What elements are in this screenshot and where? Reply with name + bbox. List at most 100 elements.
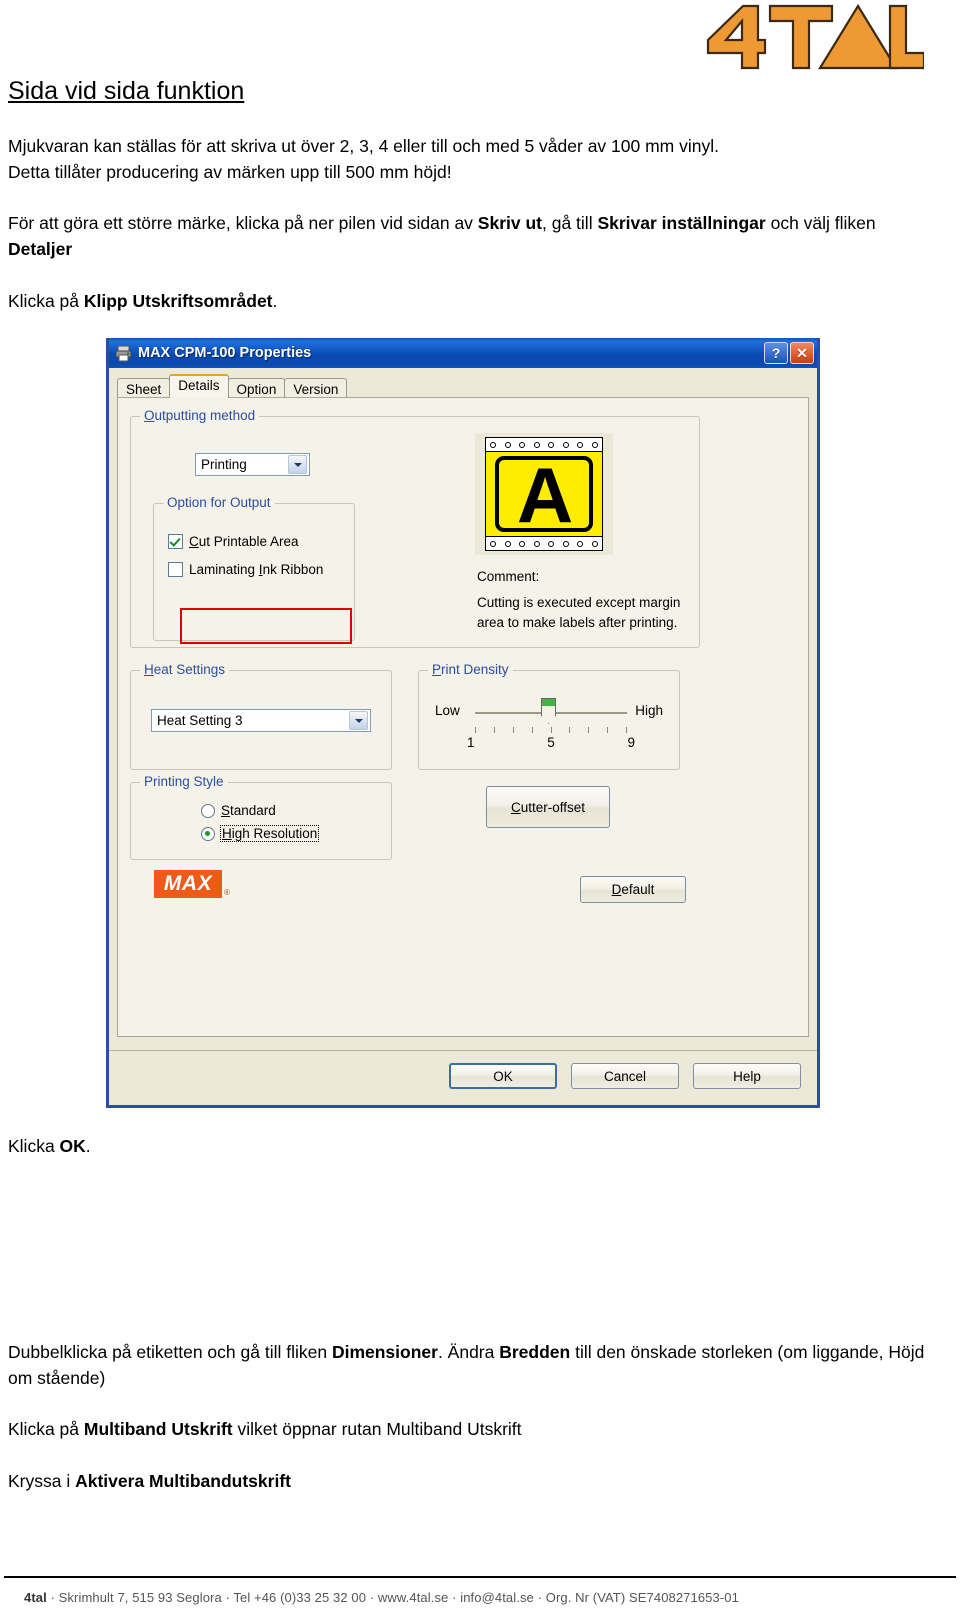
laminating-ink-ribbon-label: Laminating Ink Ribbon: [189, 562, 324, 577]
instr-bold-skriv-ut: Skriv ut: [477, 213, 542, 233]
instr-part-3: och välj fliken: [765, 213, 876, 233]
printing-style-group: Printing Style Standard High Resolution: [130, 774, 392, 860]
printing-style-high-resolution-label: High Resolution: [219, 825, 320, 842]
help-button[interactable]: Help: [693, 1063, 801, 1089]
print-density-group: Print Density Low High 1 5 9: [418, 662, 680, 770]
instr-part-2: , gå till: [542, 213, 598, 233]
ok-bold: OK: [59, 1136, 86, 1156]
paragraph-multiband: Klicka på Multiband Utskrift vilket öppn…: [8, 1416, 928, 1442]
tab-option[interactable]: Option: [227, 378, 286, 398]
footer-contact-info: 4tal · Skrimhult 7, 515 93 Seglora · Tel…: [24, 1590, 739, 1605]
outputting-method-group: Outputting method Printing Option for Ou…: [130, 408, 700, 648]
laminating-ink-ribbon-checkbox[interactable]: [168, 562, 183, 577]
highlight-annotation-box: [180, 608, 352, 644]
heat-settings-label-rest: eat Settings: [153, 662, 226, 677]
comment-text: Cutting is executed except margin area t…: [477, 595, 681, 630]
printer-properties-dialog: MAX CPM-100 Properties ? ✕ Sheet Details…: [106, 338, 820, 1108]
default-button[interactable]: Default: [580, 876, 686, 903]
label-preview-body: A: [485, 452, 603, 536]
intro-line-2: Detta tillåter producering av märken upp…: [8, 162, 452, 182]
cutter-offset-button[interactable]: Cutter-offset: [486, 786, 610, 828]
printing-style-high-resolution-row[interactable]: High Resolution: [201, 825, 320, 842]
printing-style-standard-row[interactable]: Standard: [201, 803, 276, 818]
outputting-method-label: Outputting method: [140, 408, 260, 423]
mb-part-1: Klicka på: [8, 1419, 84, 1439]
ok-button[interactable]: OK: [449, 1063, 557, 1089]
accel-o: O: [144, 408, 155, 423]
dim-bold-bredden: Bredden: [499, 1342, 571, 1362]
details-tab-panel: Outputting method Printing Option for Ou…: [117, 397, 809, 1037]
chevron-down-icon[interactable]: [349, 711, 368, 730]
paragraph-instructions: För att göra ett större märke, klicka på…: [8, 210, 928, 262]
sprocket-band-bottom: [485, 536, 603, 551]
accel-s: S: [221, 803, 231, 818]
footer-company: 4tal: [24, 1590, 47, 1605]
dialog-titlebar[interactable]: MAX CPM-100 Properties ? ✕: [109, 338, 817, 368]
company-logo: [700, 3, 926, 70]
instr-bold-detaljer: Detaljer: [8, 239, 73, 259]
instr-part-1: För att göra ett större märke, klicka på…: [8, 213, 478, 233]
print-density-slider-thumb[interactable]: [541, 698, 556, 724]
dialog-title: MAX CPM-100 Properties: [138, 345, 312, 361]
accel-h: H: [144, 662, 154, 677]
paragraph-dimensioner: Dubbelklicka på etiketten och gå till fl…: [8, 1339, 928, 1391]
paragraph-intro: Mjukvaran kan ställas för att skriva ut …: [8, 133, 928, 185]
tab-version[interactable]: Version: [284, 378, 348, 398]
sprocket-band-top: [485, 437, 603, 452]
ok-part-2: .: [85, 1136, 91, 1156]
mb-part-2: vilket öppnar rutan Multiband Utskrift: [232, 1419, 522, 1439]
printing-style-standard-label: Standard: [221, 803, 276, 818]
dim-part-2: . Ändra: [437, 1342, 500, 1362]
heat-settings-combo-value: Heat Setting 3: [157, 713, 243, 728]
mb-bold: Multiband Utskrift: [83, 1419, 233, 1439]
tick-label-1: 1: [467, 735, 475, 750]
footer-divider: [4, 1576, 956, 1578]
printer-icon: [115, 345, 132, 362]
tab-details[interactable]: Details: [169, 374, 229, 398]
cut-printable-area-row[interactable]: Cut Printable Area: [168, 534, 299, 549]
cut-printable-area-label-rest: ut Printable Area: [198, 534, 299, 549]
cut-printable-area-checkbox[interactable]: [168, 534, 183, 549]
laminating-ink-ribbon-row[interactable]: Laminating Ink Ribbon: [168, 562, 323, 577]
option-for-output-label: Option for Output: [163, 495, 275, 510]
standard-label-rest: tandard: [230, 803, 276, 818]
paragraph-klicka-klipp: Klicka på Klipp Utskriftsområdet.: [8, 288, 928, 314]
print-density-low-label: Low: [435, 703, 460, 718]
heat-settings-combo[interactable]: Heat Setting 3: [151, 709, 371, 732]
cut-printable-area-label: Cut Printable Area: [189, 534, 299, 549]
tab-sheet[interactable]: Sheet: [117, 378, 171, 398]
printing-style-standard-radio[interactable]: [201, 803, 215, 818]
label-preview-letter: A: [516, 451, 574, 539]
comment-label: Comment:: [477, 569, 540, 584]
tab-strip: Sheet Details Option Version: [117, 374, 348, 398]
help-titlebar-button[interactable]: ?: [764, 342, 788, 364]
intro-line-1: Mjukvaran kan ställas för att skriva ut …: [8, 136, 719, 156]
printing-style-label: Printing Style: [140, 774, 228, 789]
cutter-offset-label: Cutter-offset: [510, 799, 586, 815]
cancel-button[interactable]: Cancel: [571, 1063, 679, 1089]
close-icon[interactable]: ✕: [790, 342, 814, 364]
accel-d: D: [611, 882, 622, 897]
paragraph-aktivera: Kryssa i Aktivera Multibandutskrift: [8, 1468, 928, 1494]
dialog-button-bar: OK Cancel Help: [109, 1050, 817, 1105]
label-preview-inner: A: [485, 437, 603, 551]
registered-mark-icon: ®: [224, 888, 230, 897]
dim-part-1: Dubbelklicka på etiketten och gå till fl…: [8, 1342, 332, 1362]
printing-style-high-resolution-radio[interactable]: [201, 826, 215, 841]
akt-bold: Aktivera Multibandutskrift: [75, 1471, 291, 1491]
accel-p: P: [432, 662, 442, 677]
tick-label-9: 9: [627, 735, 635, 750]
paragraph-klicka-ok: Klicka OK.: [8, 1133, 928, 1159]
chevron-down-icon[interactable]: [288, 455, 307, 474]
page-title: Sida vid sida funktion: [8, 77, 245, 105]
logo-4tal-icon: [706, 3, 926, 70]
instr-bold-skrivar-installningar: Skrivar inställningar: [597, 213, 766, 233]
print-density-high-label: High: [635, 703, 663, 718]
high-res-label-rest: igh Resolution: [231, 826, 318, 841]
klipp-part-1: Klicka på: [8, 291, 84, 311]
outputting-method-combo[interactable]: Printing: [195, 453, 310, 476]
max-vendor-logo: MAX: [154, 870, 222, 898]
option-for-output-group: Option for Output Cut Printable Area Lam…: [153, 495, 355, 644]
heat-settings-group: Heat Settings Heat Setting 3: [130, 662, 392, 770]
ok-part-1: Klicka: [8, 1136, 60, 1156]
